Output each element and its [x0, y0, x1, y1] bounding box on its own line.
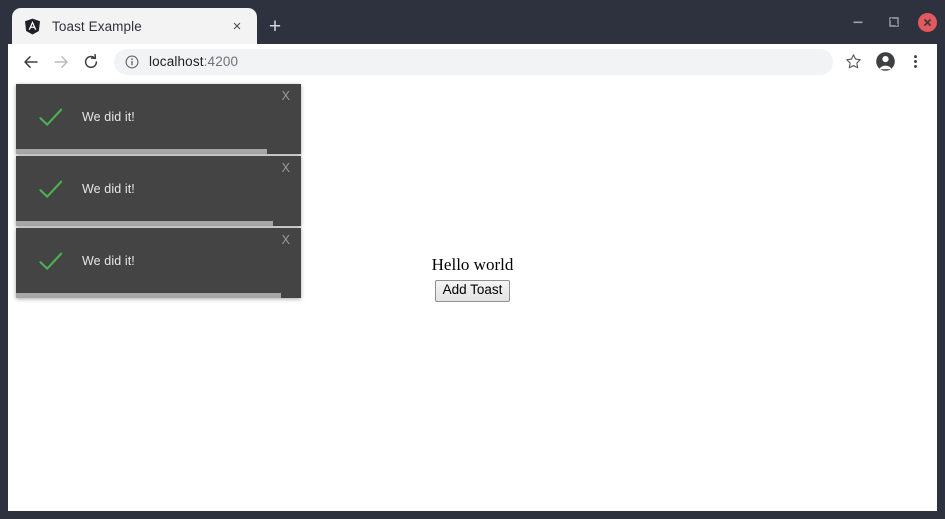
address-bar-text: localhost:4200: [149, 54, 238, 69]
three-dot-menu-icon[interactable]: [901, 48, 929, 76]
minimize-icon[interactable]: [846, 10, 870, 34]
check-icon: [34, 178, 68, 200]
toast-progress-bar: [16, 293, 301, 298]
toast-message: We did it!: [82, 254, 135, 268]
toast-progress-fill: [16, 293, 282, 298]
window-controls: [846, 10, 937, 34]
forward-arrow-icon: [46, 47, 76, 77]
tab-title: Toast Example: [52, 18, 142, 34]
browser-toolbar: localhost:4200: [8, 44, 937, 79]
angular-logo-icon: [24, 18, 41, 35]
site-info-icon[interactable]: [124, 54, 140, 70]
toast-notification[interactable]: X We did it!: [16, 156, 301, 226]
toast-message: We did it!: [82, 182, 135, 196]
address-bar[interactable]: localhost:4200: [114, 48, 833, 75]
url-port: :4200: [203, 54, 239, 69]
profile-avatar-icon[interactable]: [871, 48, 899, 76]
url-host: localhost: [149, 54, 204, 69]
tab-close-icon[interactable]: ×: [227, 16, 247, 36]
back-arrow-icon[interactable]: [16, 47, 46, 77]
toast-body: We did it!: [16, 84, 301, 150]
reload-icon[interactable]: [76, 47, 106, 77]
check-icon: [34, 106, 68, 128]
toast-progress-bar: [16, 221, 301, 226]
toast-progress-fill: [16, 149, 267, 154]
star-icon[interactable]: [839, 48, 867, 76]
maximize-restore-icon[interactable]: [882, 10, 906, 34]
check-icon: [34, 250, 68, 272]
close-window-icon[interactable]: [918, 12, 937, 32]
toast-message: We did it!: [82, 110, 135, 124]
toast-body: We did it!: [16, 156, 301, 222]
browser-tab[interactable]: Toast Example ×: [12, 8, 257, 44]
page-viewport: Hello world Add Toast X We did it! X We did…: [8, 79, 937, 511]
toast-notification[interactable]: X We did it!: [16, 84, 301, 154]
toast-progress-bar: [16, 149, 301, 154]
new-tab-button[interactable]: +: [263, 14, 287, 38]
toast-notification[interactable]: X We did it!: [16, 228, 301, 298]
toast-container: X We did it! X We did it! X We did it!: [16, 84, 309, 300]
toast-progress-fill: [16, 221, 273, 226]
toast-body: We did it!: [16, 228, 301, 294]
browser-window: Toast Example × + localhost:4200 Hello w…: [0, 0, 945, 519]
add-toast-button[interactable]: Add Toast: [434, 280, 511, 303]
tab-bar: Toast Example × +: [0, 0, 945, 44]
